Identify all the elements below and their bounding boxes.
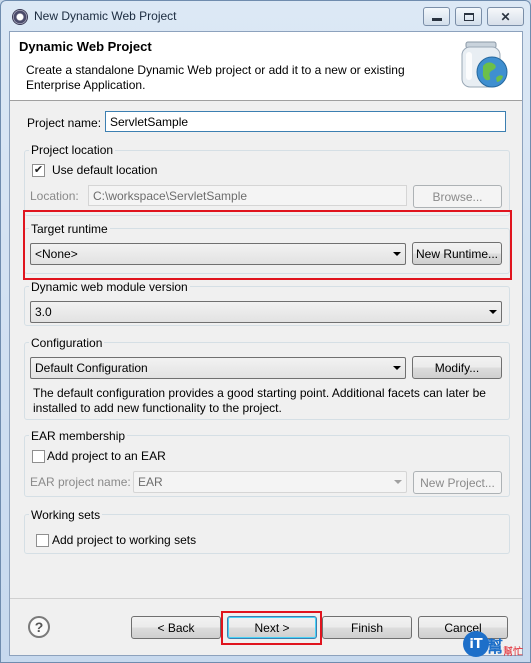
use-default-location-label: Use default location [52,163,158,177]
wizard-header: Dynamic Web Project Create a standalone … [10,32,522,101]
help-icon[interactable]: ? [28,616,50,638]
ear-project-name-label: EAR project name: [30,475,131,489]
footer-divider [10,598,522,599]
maximize-icon [463,12,474,21]
modify-button[interactable]: Modify... [412,356,502,379]
chevron-down-icon [394,480,402,484]
watermark-sub: 幫 [487,637,504,656]
target-runtime-highlight [23,210,512,280]
minimize-button[interactable] [423,7,450,26]
close-button[interactable]: ✕ [487,7,524,26]
configuration-title: Configuration [29,336,105,350]
page-description: Create a standalone Dynamic Web project … [26,63,405,92]
add-to-working-sets-checkbox[interactable] [36,534,49,547]
window-title: New Dynamic Web Project [34,9,177,23]
module-version-select[interactable]: 3.0 [30,301,502,323]
dialog-client-area: Dynamic Web Project Create a standalone … [9,31,523,656]
ear-project-select[interactable]: EAR [133,471,407,493]
module-version-title: Dynamic web module version [29,280,190,294]
watermark-brand: iT [463,631,489,657]
project-name-label: Project name: [27,116,102,130]
watermark-sub2: 幫忙 [503,647,523,658]
watermark-logo: iT 幫 幫忙 [463,629,529,661]
ear-membership-title: EAR membership [29,429,128,443]
working-sets-title: Working sets [29,508,103,522]
dialog-window: New Dynamic Web Project ✕ Dynamic Web Pr… [0,0,531,663]
page-title: Dynamic Web Project [19,39,152,54]
ear-project-value: EAR [138,475,163,489]
location-label: Location: [30,189,79,203]
back-button[interactable]: < Back [131,616,221,639]
add-to-ear-checkbox[interactable] [32,450,45,463]
web-project-globe-jar-icon [461,41,508,88]
close-icon: ✕ [500,9,511,24]
project-location-title: Project location [29,143,116,157]
next-button-highlight [221,611,322,645]
new-ear-project-button[interactable]: New Project... [413,471,502,494]
project-name-input[interactable]: ServletSample [105,111,506,132]
use-default-location-checkbox[interactable]: ✔ [32,164,45,177]
configuration-select[interactable]: Default Configuration [30,357,406,379]
eclipse-icon [12,9,28,25]
add-to-working-sets-label: Add project to working sets [52,533,197,547]
minimize-icon [431,18,442,21]
chevron-down-icon [489,310,497,314]
maximize-button[interactable] [455,7,482,26]
chevron-down-icon [393,366,401,370]
location-input[interactable]: C:\workspace\ServletSample [88,185,407,206]
module-version-value: 3.0 [35,305,52,319]
configuration-value: Default Configuration [35,361,148,375]
browse-button[interactable]: Browse... [413,185,502,208]
configuration-description: The default configuration provides a goo… [33,386,486,415]
finish-button[interactable]: Finish [322,616,412,639]
add-to-ear-label: Add project to an EAR [47,449,166,463]
title-bar[interactable]: New Dynamic Web Project ✕ [1,1,530,31]
